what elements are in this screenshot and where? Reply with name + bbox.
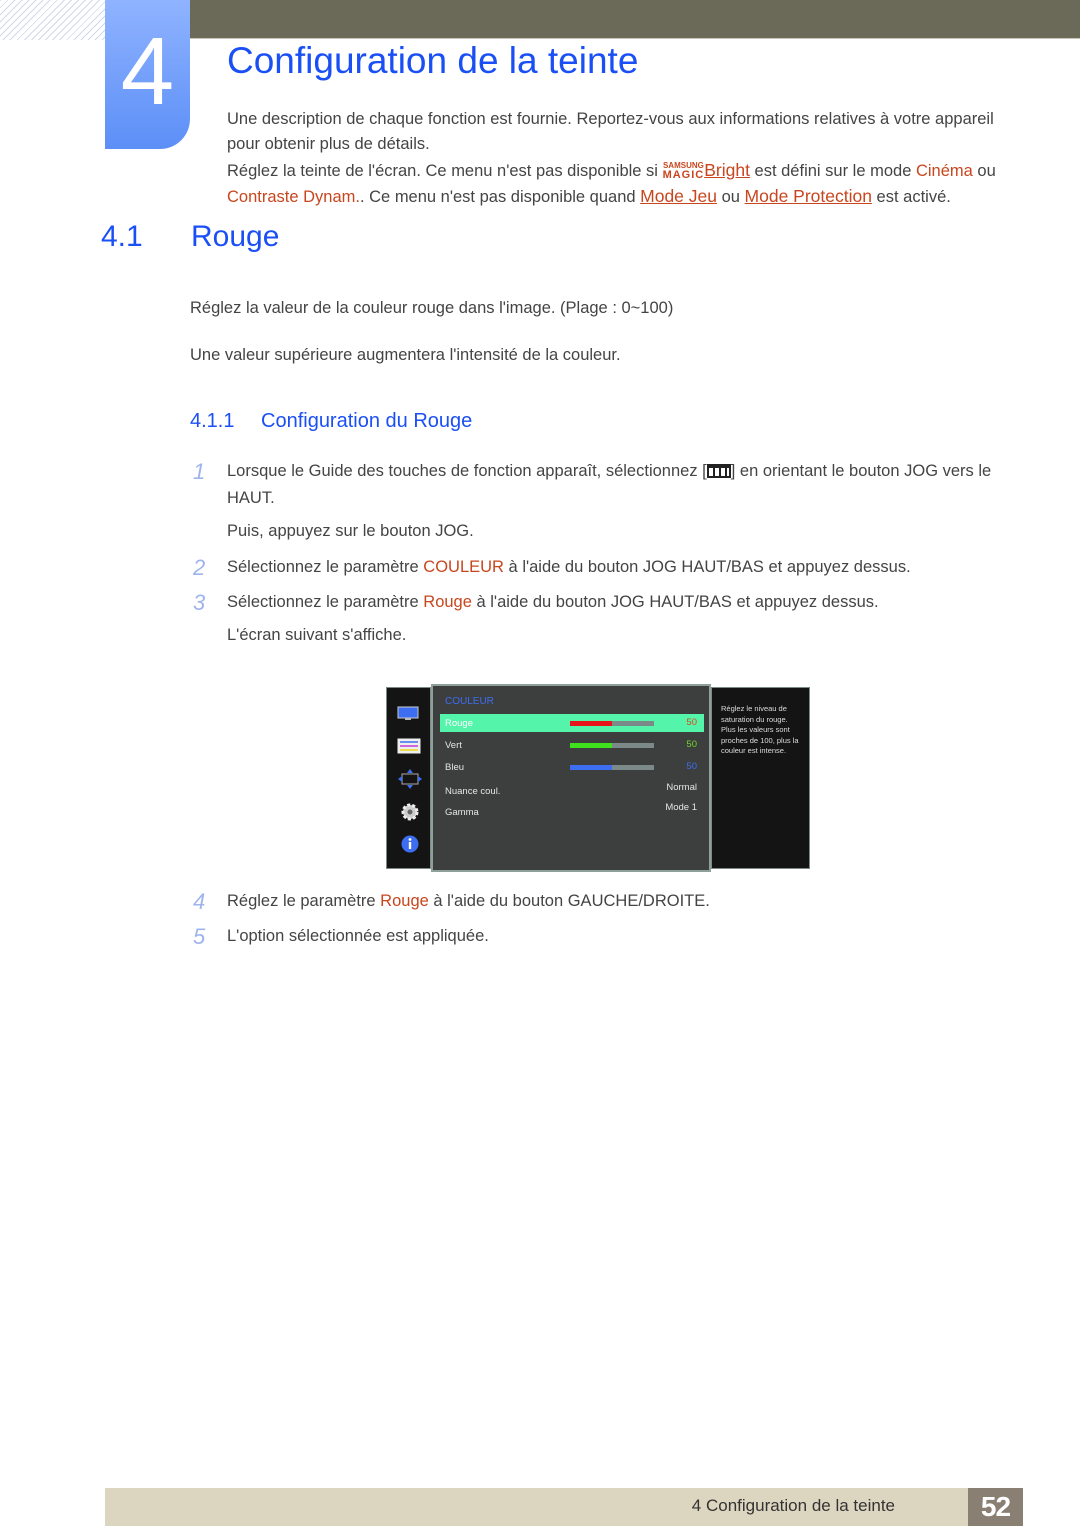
contraste-dynam-mode: Contraste Dynam. <box>227 188 360 206</box>
page-footer: 4 Configuration de la teinte 52 <box>105 1488 1023 1526</box>
osd-row-value: Normal <box>666 782 697 793</box>
decorative-hatch <box>0 0 105 40</box>
chapter-intro: Une description de chaque fonction est f… <box>227 107 1002 210</box>
intro-text: ou <box>717 188 745 206</box>
step-number: 2 <box>193 555 206 580</box>
footer-chapter-title: 4 Configuration de la teinte <box>691 1496 895 1515</box>
mode-protection-link[interactable]: Mode Protection <box>745 186 872 206</box>
step-text: Lorsque le Guide des touches de fonction… <box>227 462 707 480</box>
step-text: à l'aide du bouton JOG HAUT/BAS et appuy… <box>471 593 879 611</box>
intro-text: Réglez la teinte de l'écran. Ce menu n'e… <box>227 162 663 180</box>
header-bar <box>190 0 1080 39</box>
intro-paragraph-2: Réglez la teinte de l'écran. Ce menu n'e… <box>227 158 1002 210</box>
size-position-icon <box>398 769 422 789</box>
osd-row-value: 50 <box>686 761 697 772</box>
page-number: 52 <box>968 1488 1023 1526</box>
menu-icon <box>706 464 731 478</box>
subsection-number: 4.1.1 <box>190 410 235 432</box>
step-text: à l'aide du bouton GAUCHE/DROITE. <box>428 892 710 910</box>
mode-jeu-link[interactable]: Mode Jeu <box>640 186 717 206</box>
osd-help-text: Réglez le niveau de saturation du rouge.… <box>711 687 810 869</box>
osd-menu-panel: COULEUR Rouge 50 Vert 50 Bleu 50 Nuance … <box>431 684 711 872</box>
section-paragraph-1: Réglez la valeur de la couleur rouge dan… <box>190 299 674 317</box>
osd-row-gamma[interactable]: Gamma Mode 1 <box>440 800 704 818</box>
section-number: 4.1 <box>101 220 143 253</box>
step-text: à l'aide du bouton JOG HAUT/BAS et appuy… <box>503 558 911 576</box>
osd-slider[interactable] <box>570 765 654 770</box>
intro-text: . Ce menu n'est pas disponible quand <box>359 188 641 206</box>
osd-slider[interactable] <box>570 743 654 748</box>
info-icon <box>401 835 419 853</box>
step-number: 5 <box>193 924 206 949</box>
color-icon <box>397 738 421 754</box>
osd-row-label: Vert <box>445 740 462 751</box>
step-note: L'écran suivant s'affiche. <box>227 626 407 644</box>
section-paragraph-2: Une valeur supérieure augmentera l'inten… <box>190 346 621 364</box>
rouge-highlight: Rouge <box>423 593 472 611</box>
intro-text: est activé. <box>871 188 951 206</box>
osd-sidebar <box>386 687 431 869</box>
osd-row-nuance-coul[interactable]: Nuance coul. Normal <box>440 780 704 798</box>
intro-text: ou <box>972 162 996 180</box>
osd-row-value: 50 <box>686 717 697 728</box>
intro-paragraph-1: Une description de chaque fonction est f… <box>227 110 994 153</box>
samsung-magic-logo: SAMSUNG MAGIC <box>662 161 705 181</box>
osd-slider-fill <box>570 765 612 770</box>
bright-link[interactable]: Bright <box>704 160 750 180</box>
osd-row-label: Gamma <box>445 807 479 818</box>
osd-row-vert[interactable]: Vert 50 <box>440 736 704 754</box>
picture-icon <box>397 706 419 720</box>
rouge-highlight: Rouge <box>380 892 429 910</box>
section-title: Rouge <box>191 220 280 253</box>
osd-row-label: Bleu <box>445 762 465 773</box>
osd-row-value: 50 <box>686 739 697 750</box>
step-text: L'option sélectionnée est appliquée. <box>227 927 489 945</box>
osd-row-value: Mode 1 <box>665 802 697 813</box>
step-number: 4 <box>193 889 206 914</box>
cinema-mode: Cinéma <box>915 162 973 180</box>
osd-row-rouge[interactable]: Rouge 50 <box>440 714 704 732</box>
intro-text: est défini sur le mode <box>749 162 916 180</box>
step-text: Sélectionnez le paramètre <box>227 593 424 611</box>
step-text: Sélectionnez le paramètre <box>227 558 424 576</box>
osd-row-label: Rouge <box>445 718 473 729</box>
step-number: 3 <box>193 590 206 615</box>
step-3: 3 Sélectionnez le paramètre Rouge à l'ai… <box>190 589 1000 649</box>
settings-icon <box>401 803 419 821</box>
step-1: 1 Lorsque le Guide des touches de foncti… <box>190 458 1000 548</box>
osd-slider[interactable] <box>570 721 654 726</box>
osd-slider-fill <box>570 743 612 748</box>
subsection-title: Configuration du Rouge <box>261 410 473 432</box>
step-note: Puis, appuyez sur le bouton JOG. <box>227 522 474 540</box>
step-number: 1 <box>193 459 206 484</box>
osd-menu-header: COULEUR <box>445 696 494 707</box>
osd-row-bleu[interactable]: Bleu 50 <box>440 758 704 776</box>
chapter-title: Configuration de la teinte <box>227 40 639 81</box>
osd-slider-fill <box>570 721 612 726</box>
step-text: Réglez le paramètre <box>227 892 381 910</box>
chapter-number-tab: 4 <box>105 0 190 149</box>
osd-row-label: Nuance coul. <box>445 786 501 797</box>
couleur-highlight: COULEUR <box>423 558 504 576</box>
